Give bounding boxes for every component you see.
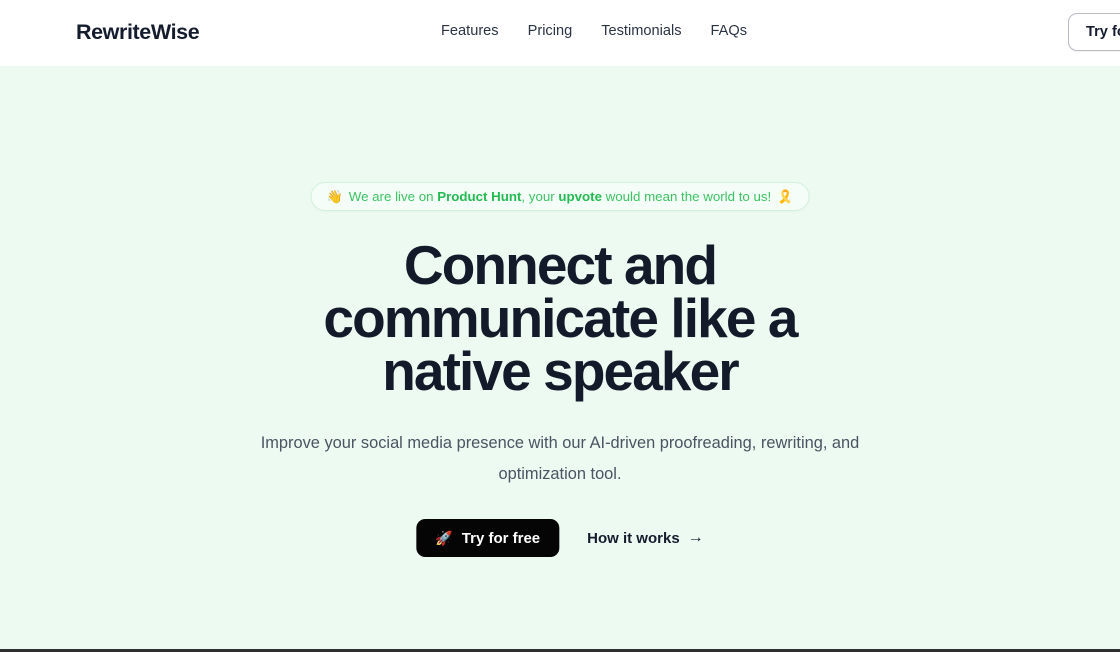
announcement-text: We are live on Product Hunt, your upvote…	[349, 188, 771, 206]
nav-item-pricing[interactable]: Pricing	[528, 21, 573, 41]
waving-hand-icon: 👋	[326, 188, 343, 204]
site-header: RewriteWise Features Pricing Testimonial…	[0, 0, 1120, 66]
ribbon-icon: 🎗️	[777, 188, 794, 204]
landing-page: RewriteWise Features Pricing Testimonial…	[0, 0, 1120, 652]
product-hunt-announcement-banner[interactable]: 👋 We are live on Product Hunt, your upvo…	[310, 182, 810, 211]
hero-cta-row: 🚀 Try for free How it works →	[416, 519, 704, 557]
hero-try-for-free-button[interactable]: 🚀 Try for free	[416, 519, 560, 557]
header-try-for-free-button[interactable]: Try for free	[1068, 13, 1120, 51]
rocket-icon: 🚀	[435, 530, 453, 546]
how-it-works-link[interactable]: How it works →	[587, 530, 704, 547]
nav-item-faqs[interactable]: FAQs	[711, 21, 748, 41]
hero-try-for-free-label: Try for free	[461, 529, 541, 547]
hero-headline: Connect and communicate like a native sp…	[323, 234, 798, 402]
main-navigation: Features Pricing Testimonials FAQs	[441, 21, 747, 41]
arrow-right-icon: →	[687, 529, 704, 546]
how-it-works-label: How it works	[587, 529, 680, 547]
nav-item-features[interactable]: Features	[441, 21, 499, 41]
brand-logo[interactable]: RewriteWise	[76, 18, 200, 46]
announcement-upvote-label: upvote	[558, 188, 602, 204]
nav-item-testimonials[interactable]: Testimonials	[601, 21, 681, 41]
hero-section: 👋 We are live on Product Hunt, your upvo…	[0, 66, 1120, 652]
announcement-text-part-1: We are live on	[348, 188, 438, 204]
hero-subtitle: Improve your social media presence with …	[260, 434, 860, 483]
announcement-text-part-3: would mean the world to us!	[601, 188, 772, 204]
announcement-product-hunt-label: Product Hunt	[437, 188, 522, 204]
announcement-text-part-2: , your	[521, 188, 559, 204]
